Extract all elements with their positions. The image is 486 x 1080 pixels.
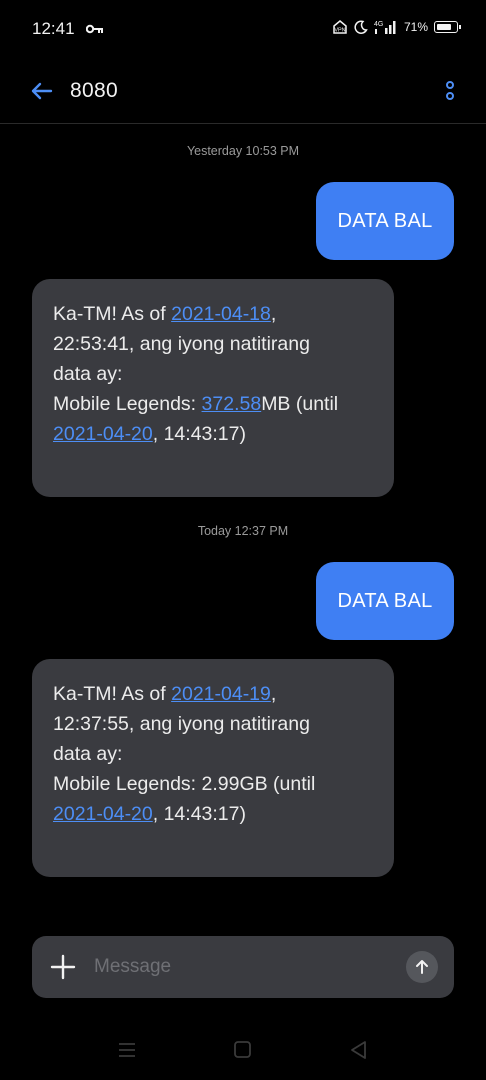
message-text: MB (until: [261, 393, 339, 415]
message-line: Mobile Legends: 372.58MB (until: [53, 389, 374, 419]
message-line: 2021-04-20, 14:43:17): [53, 419, 374, 449]
message-text: Ka-TM! As of: [53, 683, 172, 705]
message-line: data ay:: [53, 363, 123, 385]
send-button[interactable]: [406, 951, 438, 983]
thread-title: 8080: [70, 79, 118, 102]
status-time: 12:41: [32, 19, 75, 38]
home-square-icon[interactable]: [232, 1040, 254, 1060]
message-text: ,: [270, 683, 277, 705]
message-line: 22:53:41, ang iyong natitirang: [53, 333, 310, 355]
arrow-up-icon: [416, 960, 428, 974]
status-bar: 12:41 VPN 4G 71%: [0, 0, 486, 58]
message-timestamp: Today 12:37 PM: [197, 524, 289, 538]
message-line: data ay:: [53, 743, 123, 765]
more-vertical-icon[interactable]: [442, 78, 458, 104]
battery-percent: 71%: [403, 20, 428, 34]
message-text: , 14:43:17): [152, 423, 246, 445]
message-line: Ka-TM! As of 2021-04-19,: [53, 679, 374, 709]
message-timestamp: Yesterday 10:53 PM: [186, 144, 300, 158]
key-icon: [86, 24, 103, 34]
system-nav-bar: [0, 1020, 486, 1080]
messaging-screen: 12:41 VPN 4G 71% 8080 Yesterday 10:53 PM…: [0, 0, 486, 1080]
do-not-disturb-icon: [354, 20, 368, 34]
message-line: Ka-TM! As of 2021-04-18,: [53, 299, 374, 329]
message-line: Mobile Legends: 2.99GB (until: [53, 773, 316, 795]
date-link[interactable]: 2021-04-19: [171, 683, 271, 705]
received-message-bubble[interactable]: Ka-TM! As of 2021-04-19, 12:37:55, ang i…: [32, 659, 394, 877]
status-icons: VPN 4G 71%: [332, 19, 461, 35]
sent-message-bubble[interactable]: DATA BAL: [316, 562, 454, 640]
message-line: 12:37:55, ang iyong natitirang: [53, 713, 310, 735]
plus-icon[interactable]: [50, 954, 76, 980]
message-text: ,: [270, 303, 277, 325]
message-line: 2021-04-20, 14:43:17): [53, 799, 374, 829]
number-link[interactable]: 372.58: [202, 393, 262, 415]
date-link[interactable]: 2021-04-18: [171, 303, 271, 325]
arrow-left-icon[interactable]: [26, 76, 56, 106]
svg-text:VPN: VPN: [334, 28, 345, 34]
sent-message-bubble[interactable]: DATA BAL: [316, 182, 454, 260]
battery-icon: [434, 21, 461, 33]
message-text: Mobile Legends:: [53, 393, 202, 415]
menu-lines-icon[interactable]: [116, 1040, 138, 1060]
received-message-bubble[interactable]: Ka-TM! As of 2021-04-18, 22:53:41, ang i…: [32, 279, 394, 497]
date-link[interactable]: 2021-04-20: [53, 803, 153, 825]
message-text: , 14:43:17): [152, 803, 246, 825]
back-triangle-icon[interactable]: [348, 1040, 370, 1060]
date-link[interactable]: 2021-04-20: [53, 423, 153, 445]
message-text: Ka-TM! As of: [53, 303, 172, 325]
signal-icon: 4G: [374, 21, 396, 34]
app-bar: 8080: [0, 58, 486, 124]
vpn-icon: VPN: [333, 20, 347, 34]
message-input[interactable]: [94, 950, 384, 984]
message-composer: [32, 936, 454, 998]
svg-text:4G: 4G: [374, 21, 383, 28]
